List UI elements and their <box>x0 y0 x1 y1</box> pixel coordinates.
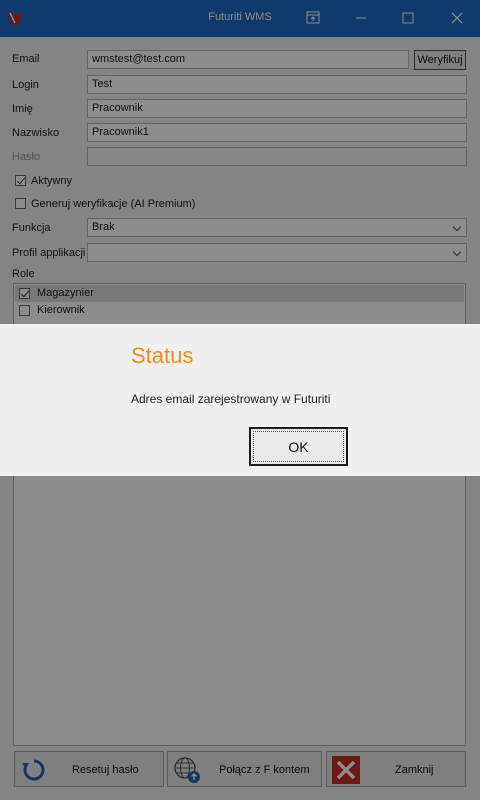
dialog-message: Adres email zarejestrowany w Futuriti <box>131 392 331 406</box>
ok-button-label: OK <box>253 431 344 462</box>
status-dialog: Status Adres email zarejestrowany w Futu… <box>0 324 480 476</box>
dialog-title: Status <box>131 343 194 368</box>
ok-button[interactable]: OK <box>249 427 348 466</box>
